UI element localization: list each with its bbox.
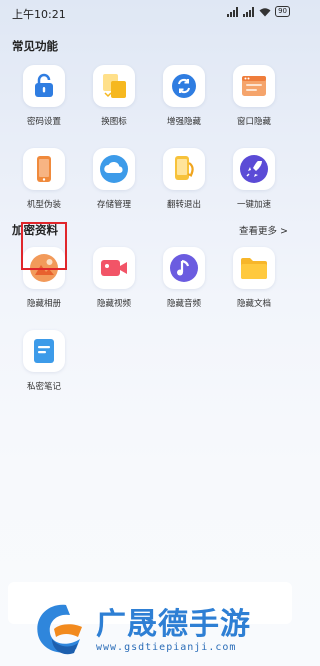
watermark-text: 广晟德手游 www.gsdtiepianji.com [96, 606, 251, 653]
tile-hidden-album[interactable]: 隐藏相册 [17, 247, 71, 309]
tile-hidden-audio[interactable]: 隐藏音频 [157, 247, 211, 309]
section-title-common: 常见功能 [12, 39, 58, 53]
music-icon [170, 254, 198, 282]
tile-label: 隐藏音频 [166, 299, 201, 309]
phone-icon [37, 156, 51, 182]
tile-icon-box [233, 247, 275, 289]
video-icon [101, 260, 127, 276]
tile-hidden-video[interactable]: 隐藏视频 [87, 247, 141, 309]
tile-storage-management[interactable]: 存储管理 [87, 148, 141, 210]
signal-icon [227, 6, 239, 17]
tile-label: 一键加速 [236, 200, 271, 210]
window-icon [242, 76, 266, 96]
tile-label: 隐藏文档 [236, 299, 271, 309]
tile-label: 增强隐藏 [166, 117, 201, 127]
tile-change-icon[interactable]: 换图标 [87, 65, 141, 127]
tile-private-notes[interactable]: 私密笔记 [17, 330, 71, 392]
tile-icon-box [23, 330, 65, 372]
note-icon [34, 339, 54, 363]
tile-flip-exit[interactable]: 翻转退出 [157, 148, 211, 210]
tile-icon-box [23, 247, 65, 289]
photo-icon [30, 254, 58, 282]
tile-label: 窗口隐藏 [236, 117, 271, 127]
tile-label: 翻转退出 [166, 200, 201, 210]
tile-label: 隐藏相册 [26, 299, 61, 309]
tile-label: 机型伪装 [26, 200, 61, 210]
refresh-icon [172, 74, 196, 98]
watermark-logo-icon [37, 604, 82, 655]
battery-indicator: 90 [275, 6, 290, 17]
tile-enhanced-hide[interactable]: 增强隐藏 [157, 65, 211, 127]
tile-icon-box [163, 65, 205, 107]
tile-window-hide[interactable]: 窗口隐藏 [227, 65, 281, 127]
watermark-title: 广晟德手游 [96, 606, 251, 642]
signal-icon [243, 6, 255, 17]
tile-icon-box [93, 65, 135, 107]
tile-label: 隐藏视频 [96, 299, 131, 309]
tile-icon-box [233, 148, 275, 190]
status-bar: 上午10:21 90 [0, 0, 300, 26]
tile-icon-box [233, 65, 275, 107]
rocket-icon [240, 155, 268, 183]
flip-phone-icon [175, 156, 194, 180]
tile-one-click-boost[interactable]: 一键加速 [227, 148, 281, 210]
view-more-link[interactable]: 查看更多 > [239, 223, 288, 237]
tile-icon-box [93, 148, 135, 190]
watermark: 广晟德手游 www.gsdtiepianji.com [30, 595, 292, 665]
tile-device-disguise[interactable]: 机型伪装 [17, 148, 71, 210]
tile-icon-box [163, 148, 205, 190]
section-title-encrypted: 加密资料 [12, 223, 58, 237]
cloud-icon [100, 155, 128, 183]
tile-icon-box [93, 247, 135, 289]
tile-label: 换图标 [101, 117, 127, 127]
tile-icon-box [23, 148, 65, 190]
tile-icon-box [23, 65, 65, 107]
status-time: 上午10:21 [12, 8, 66, 21]
wifi-icon [259, 7, 271, 16]
tile-icon-box [163, 247, 205, 289]
tile-hidden-documents[interactable]: 隐藏文档 [227, 247, 281, 309]
folder-icon [241, 258, 267, 279]
tile-label: 密码设置 [26, 117, 61, 127]
tile-password-settings[interactable]: 密码设置 [17, 65, 71, 127]
tile-label: 私密笔记 [26, 382, 61, 392]
status-icons: 90 [227, 6, 290, 17]
swap-icon [103, 74, 126, 98]
lock-icon [35, 73, 53, 97]
tile-label: 存储管理 [96, 200, 131, 210]
watermark-url: www.gsdtiepianji.com [96, 641, 237, 653]
